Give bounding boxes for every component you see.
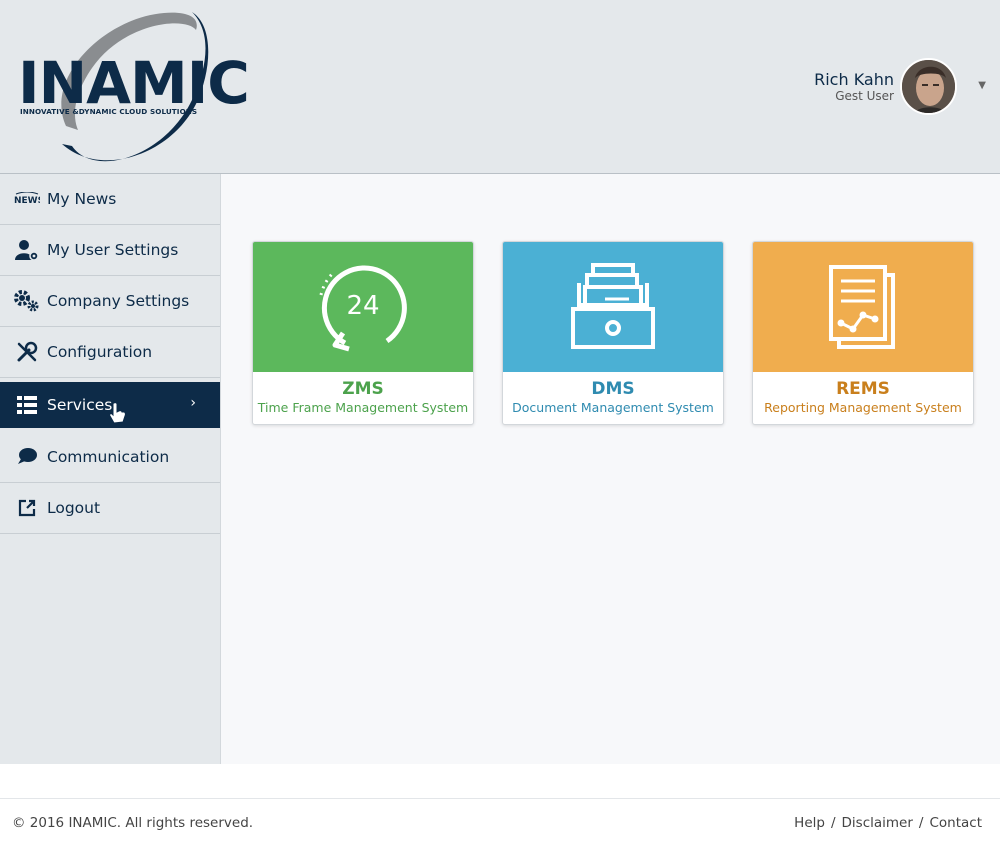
service-code: ZMS xyxy=(342,379,384,399)
sidebar-item-label: Company Settings xyxy=(47,292,190,310)
svg-text:NEWS: NEWS xyxy=(14,196,40,206)
disclaimer-link[interactable]: Disclaimer xyxy=(842,815,913,831)
user-settings-icon xyxy=(14,239,40,261)
service-name: Reporting Management System xyxy=(764,400,962,415)
footer-links: Help / Disclaimer / Contact xyxy=(794,815,982,831)
sidebar-item-label: My News xyxy=(47,190,117,208)
chat-bubbles-icon xyxy=(14,446,40,468)
chevron-right-icon: › xyxy=(190,395,196,411)
service-name: Time Frame Management System xyxy=(257,400,469,415)
footer: © 2016 INAMIC. All rights reserved. Help… xyxy=(0,798,1000,849)
sidebar-item-configuration[interactable]: Configuration xyxy=(0,327,220,378)
service-card-dms[interactable]: DMS Document Management System xyxy=(502,241,724,425)
sidebar-item-label: Communication xyxy=(47,448,170,466)
user-role: Gest User xyxy=(835,89,894,103)
gears-icon xyxy=(14,290,40,312)
main-content: 24 ZMS Time Frame Management System DMS … xyxy=(221,174,1000,764)
sidebar-item-company-settings[interactable]: Company Settings xyxy=(0,276,220,327)
user-name: Rich Kahn xyxy=(814,70,894,89)
sidebar-item-label: Services xyxy=(47,396,113,414)
sidebar: NEWS My News My User Settings Company Se… xyxy=(0,174,221,764)
svg-text:24: 24 xyxy=(346,291,379,321)
sidebar-item-label: My User Settings xyxy=(47,241,179,259)
help-link[interactable]: Help xyxy=(794,815,825,831)
user-menu[interactable]: Rich Kahn Gest User ▼ xyxy=(806,58,986,116)
service-card-zms[interactable]: 24 ZMS Time Frame Management System xyxy=(252,241,474,425)
sidebar-item-communication[interactable]: Communication xyxy=(0,432,220,483)
report-chart-icon xyxy=(829,265,895,349)
brand-logo[interactable]: INAMIC INNOVATIVE &DYNAMIC CLOUD SOLUTIO… xyxy=(14,8,304,168)
copyright-text: © 2016 INAMIC. All rights reserved. xyxy=(12,815,254,831)
hand-pointer-icon xyxy=(108,402,126,428)
header: INAMIC INNOVATIVE &DYNAMIC CLOUD SOLUTIO… xyxy=(0,0,1000,174)
footer-separator: / xyxy=(830,815,836,831)
sidebar-item-label: Logout xyxy=(47,499,101,517)
service-tile xyxy=(503,242,723,372)
contact-link[interactable]: Contact xyxy=(929,815,982,831)
brand-tagline: INNOVATIVE &DYNAMIC CLOUD SOLUTIONS xyxy=(20,107,198,116)
service-code: DMS xyxy=(591,379,635,399)
footer-separator: / xyxy=(918,815,924,831)
chevron-down-icon[interactable]: ▼ xyxy=(978,80,986,91)
list-icon xyxy=(14,394,40,416)
sidebar-item-my-user-settings[interactable]: My User Settings xyxy=(0,225,220,276)
sidebar-item-label: Configuration xyxy=(47,343,153,361)
service-code: REMS xyxy=(836,379,890,399)
clock-24-icon: 24 xyxy=(319,265,407,352)
sidebar-item-services[interactable]: Services › xyxy=(0,382,220,428)
external-link-icon xyxy=(14,497,40,519)
service-tile xyxy=(753,242,973,372)
service-name: Document Management System xyxy=(512,400,714,415)
sidebar-item-logout[interactable]: Logout xyxy=(0,483,220,534)
service-tile: 24 xyxy=(253,242,473,372)
service-card-rems[interactable]: REMS Reporting Management System xyxy=(752,241,974,425)
archive-drawer-icon xyxy=(571,263,655,349)
avatar[interactable] xyxy=(900,58,957,115)
brand-name: INAMIC xyxy=(18,49,250,117)
sidebar-item-my-news[interactable]: NEWS My News xyxy=(0,174,220,225)
wrench-screwdriver-icon xyxy=(14,341,40,363)
news-icon: NEWS xyxy=(14,188,40,210)
